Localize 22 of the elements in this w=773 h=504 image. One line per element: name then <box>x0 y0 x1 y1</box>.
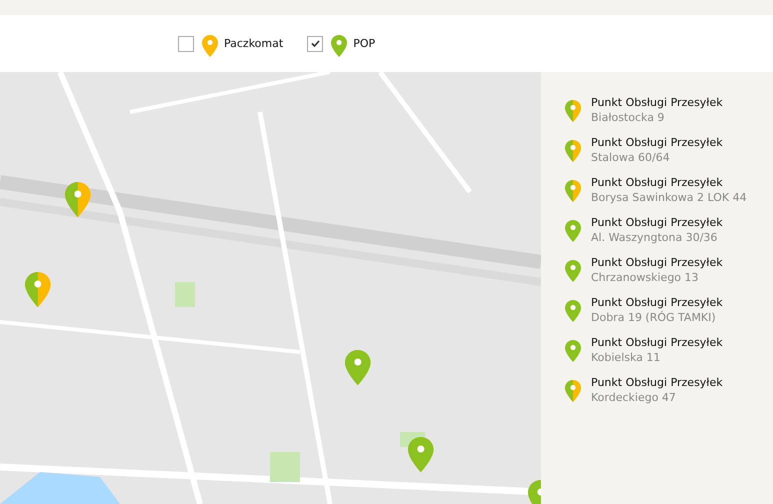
filter-label[interactable]: POP <box>353 37 376 50</box>
point-name[interactable]: Punkt Obsługi Przesyłek <box>591 176 747 189</box>
point-address: Chrzanowskiego 13 <box>591 271 700 284</box>
point-address: Borysa Sawinkowa 2 LOK 44 <box>591 191 747 204</box>
point-name[interactable]: Punkt Obsługi Przesyłek <box>591 256 723 269</box>
point-address: Dobra 19 (RÓG TAMKI) <box>591 311 717 324</box>
point-name[interactable]: Punkt Obsługi Przesyłek <box>591 336 723 349</box>
checkbox[interactable] <box>178 36 194 52</box>
point-name[interactable]: Punkt Obsługi Przesyłek <box>591 376 723 389</box>
point-name[interactable]: Punkt Obsługi Przesyłek <box>591 96 723 109</box>
point-address: Al. Waszyngtona 30/36 <box>591 231 718 244</box>
point-address: Kordeckiego 47 <box>591 391 677 404</box>
map-drawing[interactable] <box>0 72 541 504</box>
check-icon <box>310 40 320 47</box>
point-name[interactable]: Punkt Obsługi Przesyłek <box>591 216 723 229</box>
point-address: Stalowa 60/64 <box>591 151 671 164</box>
point-name[interactable]: Punkt Obsługi Przesyłek <box>591 136 723 149</box>
point-address: Kobielska 11 <box>591 351 662 364</box>
point-address: Białostocka 9 <box>591 111 666 124</box>
point-name[interactable]: Punkt Obsługi Przesyłek <box>591 296 723 309</box>
checkbox[interactable] <box>307 36 324 52</box>
filter-label[interactable]: Paczkomat <box>224 37 284 50</box>
